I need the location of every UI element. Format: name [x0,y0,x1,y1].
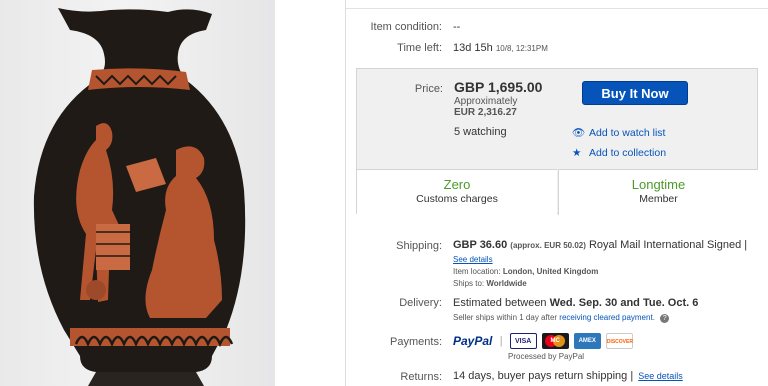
shipping-see-details-label: See details [453,255,493,264]
add-to-watch-list-label: Add to watch list [589,127,666,139]
time-left-end: 10/8, 12:31PM [495,44,548,53]
processed-by-paypal: Processed by PayPal [508,352,585,361]
top-divider [346,0,768,9]
product-photo[interactable] [0,0,275,386]
add-to-collection-link[interactable]: ★ Add to collection [572,147,666,159]
vase-image [33,8,246,386]
visa-card: VISA [509,333,537,349]
item-condition-value: -- [453,21,461,33]
returns-see-details-link[interactable]: See details [638,371,683,381]
payment-separator: | [499,335,503,347]
zero-customs-feature: Zero Customs charges [357,169,557,215]
help-icon[interactable]: ? [660,314,670,323]
item-location: Item location: London, United Kingdom [453,267,598,276]
eye-icon: 👁 [572,127,586,139]
price-box: Price: GBP 1,695.00 Approximately EUR 2,… [356,68,758,215]
zero-customs-subtitle: Customs charges [416,193,498,205]
discover-card: DISCOVER [605,333,633,349]
zero-customs-title: Zero [443,177,471,192]
returns-label: Returns: [400,371,442,383]
item-location-value: London, United Kingdom [502,267,599,276]
mastercard-card: MC [541,333,569,349]
payments-label: Payments: [390,336,442,348]
mastercard-label: MC [550,338,560,344]
price-label: Price: [414,83,443,95]
longtime-member-subtitle: Member [639,193,678,205]
buy-it-now-button[interactable]: Buy It Now [582,81,688,105]
amex-card: AMEX [573,333,601,349]
returns-policy: 14 days, buyer pays return shipping | Se… [453,370,683,382]
price-value: GBP 1,695.00 [454,79,543,95]
ships-to: Ships to: Worldwide [453,279,527,288]
shipping-label: Shipping: [396,240,442,252]
watching-count: 5 watching [454,126,507,138]
price-approx-label: Approximately [454,96,518,107]
time-left-label: Time left: [397,42,442,54]
delivery-note-suffix: . [652,313,655,322]
item-location-label: Item location: [453,267,501,276]
payment-methods: PayPal | VISA MC AMEX DISCOVER [453,333,635,349]
longtime-member-title: Longtime [631,177,686,192]
returns-value: 14 days, buyer pays return shipping | [453,370,634,382]
time-left-remaining: 13d 15h [453,42,493,54]
item-details-panel: Item condition: -- Time left: 13d 15h 10… [345,0,768,386]
cleared-payment-link[interactable]: receiving cleared payment [559,313,652,322]
ships-to-value: Worldwide [486,279,527,288]
shipping-service: Royal Mail International Signed | [588,239,748,251]
shipping-approx: (approx. EUR 50.02) [510,241,586,250]
time-left-value: 13d 15h 10/8, 12:31PM [453,42,548,54]
delivery-prefix: Estimated between [453,297,547,309]
delivery-label: Delivery: [399,297,442,309]
item-condition-label: Item condition: [370,21,442,33]
add-to-watch-list-link[interactable]: 👁 Add to watch list [572,126,665,139]
delivery-dates: Wed. Sep. 30 and Tue. Oct. 6 [549,297,699,309]
price-approx-value: EUR 2,316.27 [454,107,517,118]
ships-to-label: Ships to: [453,279,485,288]
shipping-cost: GBP 36.60 [453,239,508,251]
shipping-line: GBP 36.60 (approx. EUR 50.02) Royal Mail… [453,239,747,251]
star-icon: ★ [572,147,582,159]
longtime-member-feature: Longtime Member [558,169,758,215]
shipping-see-details-link[interactable]: See details [453,255,493,264]
add-to-collection-label: Add to collection [589,147,667,159]
delivery-estimate: Estimated between Wed. Sep. 30 and Tue. … [453,297,698,309]
paypal-logo: PayPal [453,334,496,348]
delivery-note-prefix: Seller ships within 1 day after [453,313,558,322]
delivery-note: Seller ships within 1 day after receivin… [453,313,670,323]
paypal-label: PayPal [453,334,493,348]
